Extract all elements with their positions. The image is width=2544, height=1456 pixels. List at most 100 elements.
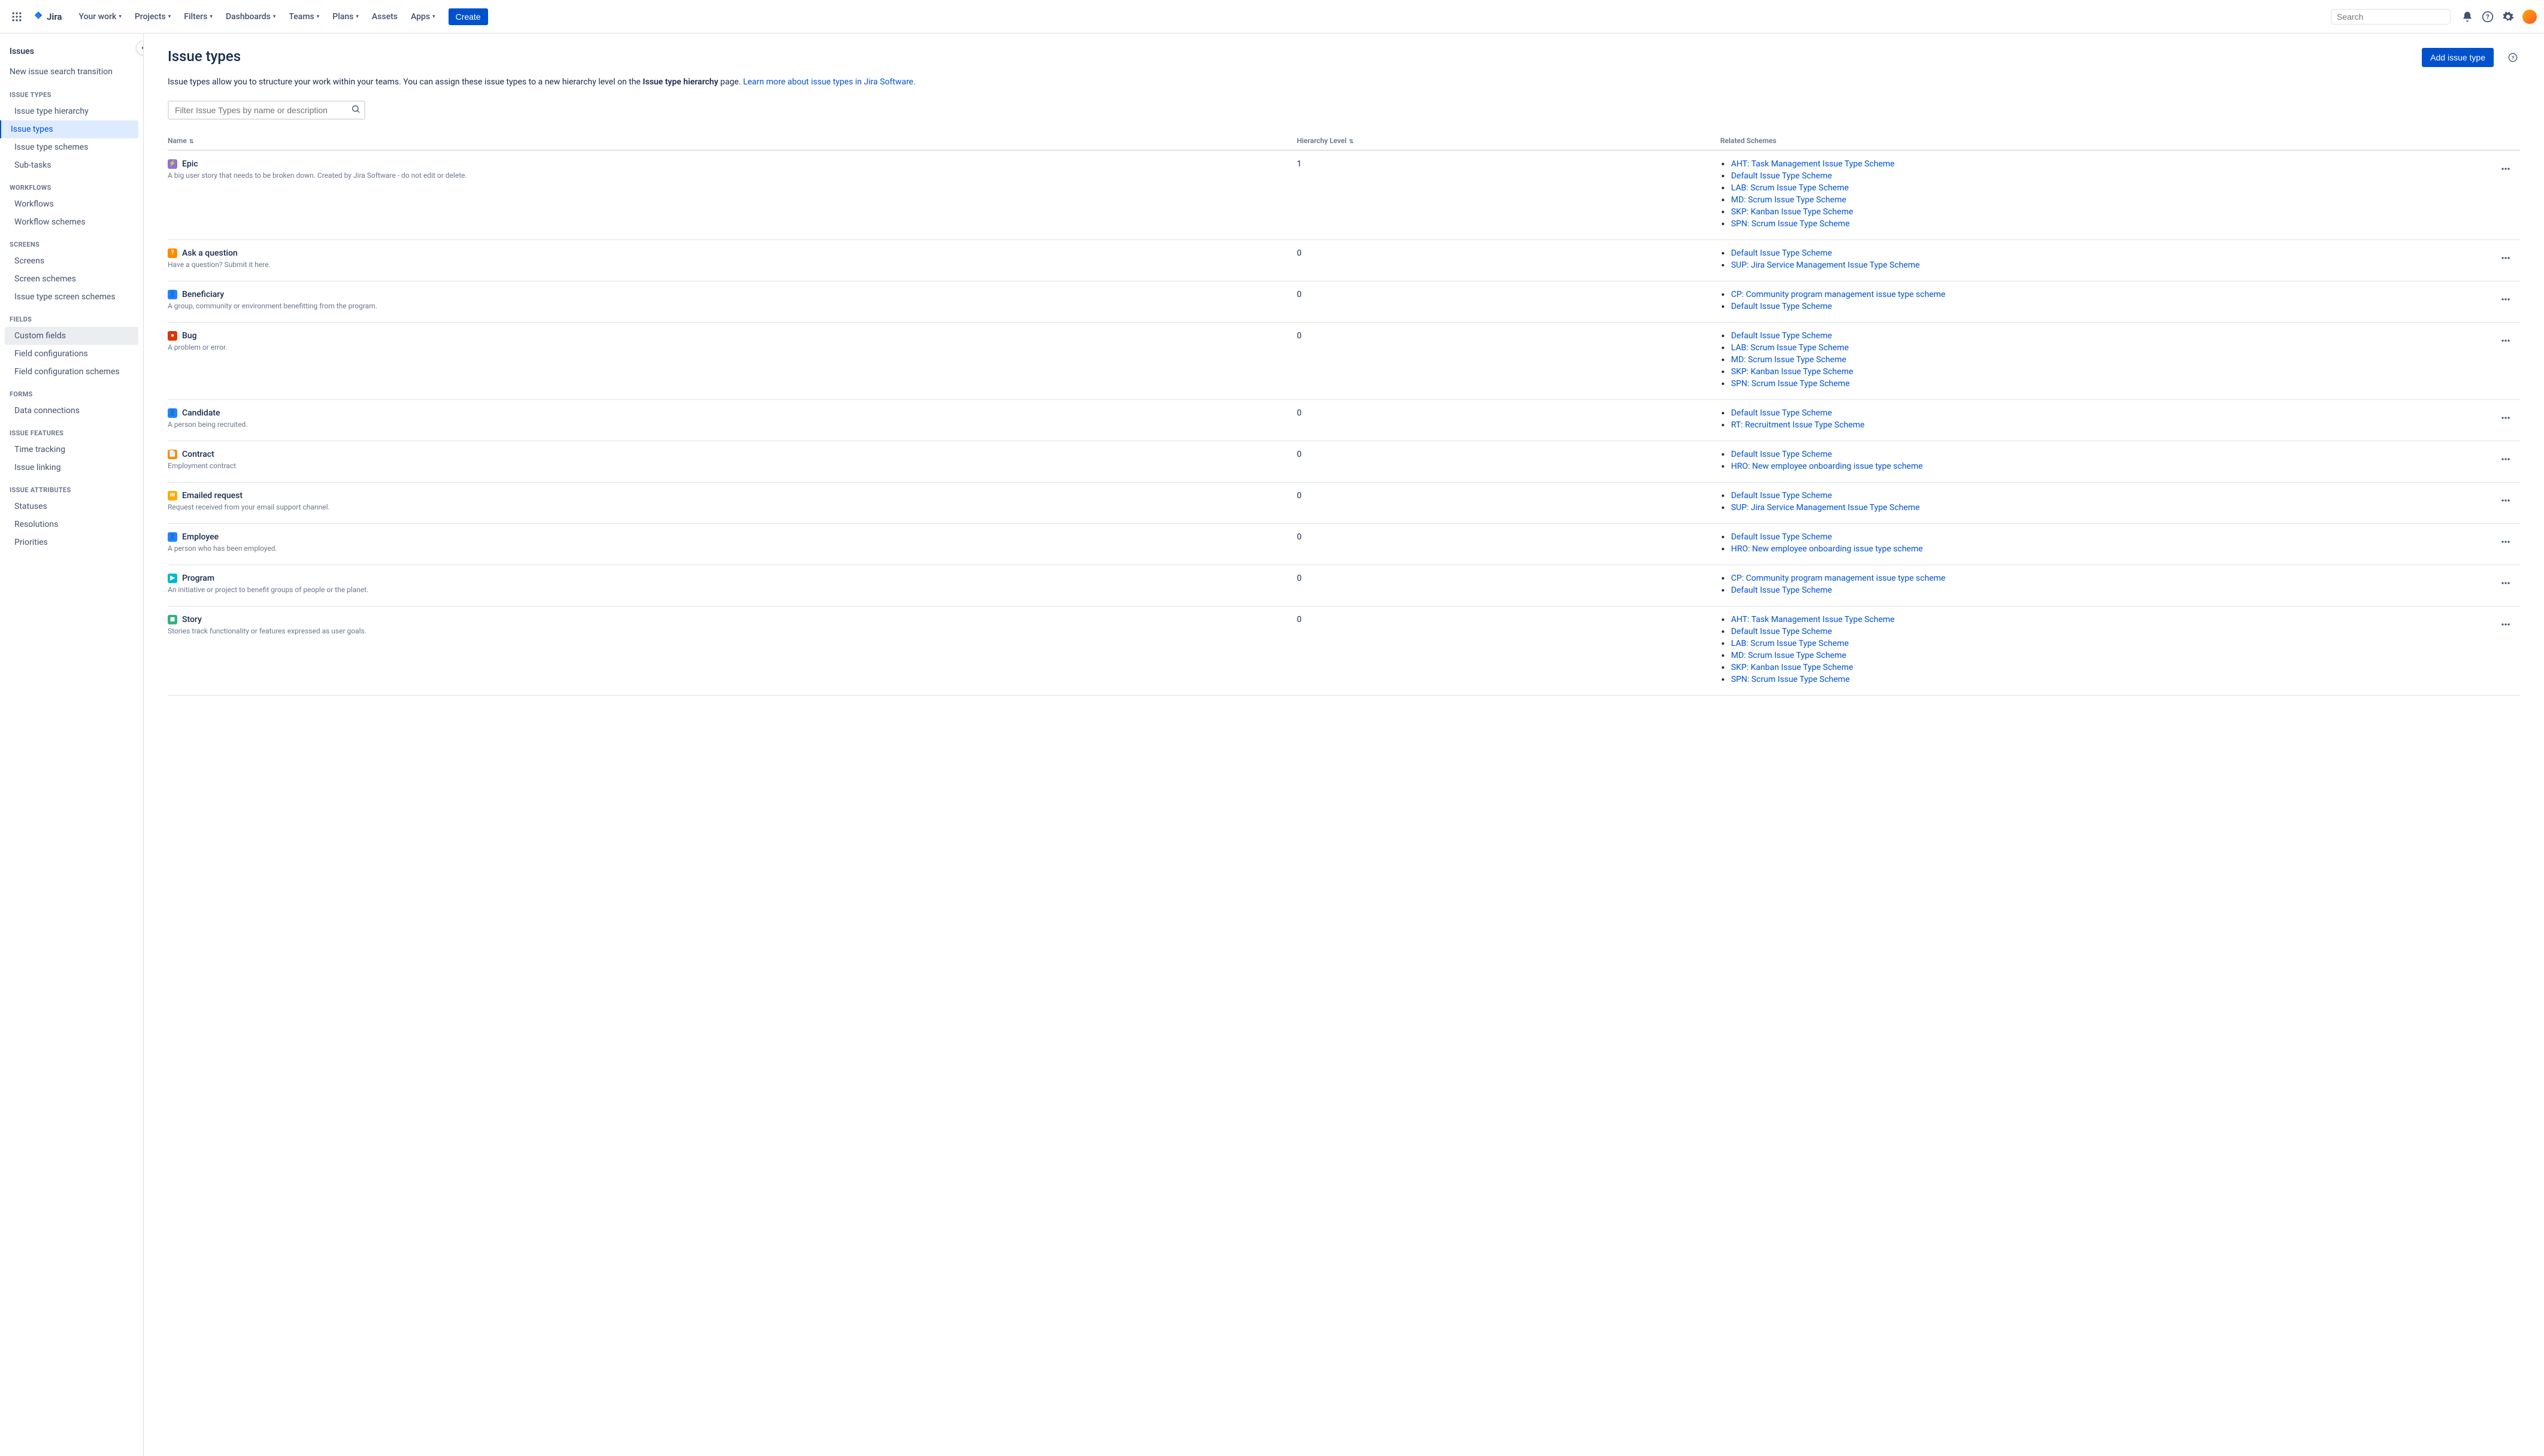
more-actions-button[interactable] <box>2496 450 2515 469</box>
issue-type-icon: ▶ <box>168 574 177 583</box>
scheme-link[interactable]: SPN: Scrum Issue Type Scheme <box>1731 219 1849 229</box>
issue-type-name: Bug <box>182 331 197 341</box>
scheme-link[interactable]: AHT: Task Management Issue Type Scheme <box>1731 615 1894 624</box>
scheme-link[interactable]: Default Issue Type Scheme <box>1731 408 1832 418</box>
more-actions-button[interactable] <box>2496 331 2515 350</box>
scheme-link[interactable]: LAB: Scrum Issue Type Scheme <box>1731 183 1849 193</box>
scheme-link[interactable]: SKP: Kanban Issue Type Scheme <box>1731 663 1853 672</box>
table-row: ◼StoryStories track functionality or fea… <box>168 606 2520 695</box>
more-actions-button[interactable] <box>2496 532 2515 551</box>
global-search[interactable] <box>2331 9 2451 25</box>
scheme-link[interactable]: HRO: New employee onboarding issue type … <box>1731 544 1922 554</box>
col-name-header[interactable]: Name⇅ <box>168 132 1297 150</box>
scheme-link[interactable]: Default Issue Type Scheme <box>1731 532 1832 542</box>
scheme-link[interactable]: SPN: Scrum Issue Type Scheme <box>1731 379 1849 389</box>
sidebar-item-field-configurations[interactable]: Field configurations <box>5 345 138 363</box>
more-actions-button[interactable] <box>2496 248 2515 268</box>
sidebar-item-screen-schemes[interactable]: Screen schemes <box>5 270 138 288</box>
issue-type-icon: 👤 <box>168 290 177 299</box>
scheme-link[interactable]: Default Issue Type Scheme <box>1731 302 1832 311</box>
scheme-link[interactable]: Default Issue Type Scheme <box>1731 171 1832 181</box>
scheme-link[interactable]: SUP: Jira Service Management Issue Type … <box>1731 260 1919 270</box>
more-actions-button[interactable] <box>2496 290 2515 309</box>
hierarchy-level: 0 <box>1297 482 1720 523</box>
scheme-link[interactable]: HRO: New employee onboarding issue type … <box>1731 462 1922 471</box>
scheme-link[interactable]: Default Issue Type Scheme <box>1731 491 1832 500</box>
settings-icon[interactable] <box>2498 7 2518 26</box>
nav-item-dashboards[interactable]: Dashboards▾ <box>220 8 281 25</box>
nav-item-your-work[interactable]: Your work▾ <box>72 8 127 25</box>
svg-text:?: ? <box>2486 13 2489 21</box>
scheme-link[interactable]: SUP: Jira Service Management Issue Type … <box>1731 503 1919 512</box>
sidebar-item-custom-fields[interactable]: Custom fields <box>5 327 138 345</box>
intro-before: Issue types allow you to structure your … <box>168 77 643 87</box>
top-nav: Jira Your work▾Projects▾Filters▾Dashboar… <box>0 0 2544 34</box>
nav-item-plans[interactable]: Plans▾ <box>326 8 365 25</box>
scheme-link[interactable]: SKP: Kanban Issue Type Scheme <box>1731 207 1853 217</box>
scheme-link[interactable]: Default Issue Type Scheme <box>1731 248 1832 258</box>
sidebar-item-issue-linking[interactable]: Issue linking <box>5 459 138 477</box>
filter-input[interactable] <box>175 105 351 115</box>
issue-type-icon: ⚡ <box>168 159 177 169</box>
sidebar-heading: Workflows <box>0 174 143 195</box>
scheme-link[interactable]: AHT: Task Management Issue Type Scheme <box>1731 159 1894 169</box>
create-button[interactable]: Create <box>449 8 488 25</box>
nav-item-assets[interactable]: Assets <box>366 8 404 25</box>
sidebar-item-statuses[interactable]: Statuses <box>5 498 138 515</box>
hierarchy-level: 0 <box>1297 281 1720 322</box>
scheme-link[interactable]: Default Issue Type Scheme <box>1731 586 1832 595</box>
sidebar-item-issue-type-schemes[interactable]: Issue type schemes <box>5 138 138 156</box>
scheme-link[interactable]: CP: Community program management issue t… <box>1731 574 1945 583</box>
scheme-link[interactable]: SPN: Scrum Issue Type Scheme <box>1731 675 1849 684</box>
sidebar-item-sub-tasks[interactable]: Sub-tasks <box>5 156 138 174</box>
more-actions-button[interactable] <box>2496 159 2515 178</box>
more-actions-button[interactable] <box>2496 574 2515 593</box>
col-hierarchy-header[interactable]: Hierarchy Level⇅ <box>1297 132 1720 150</box>
sidebar-item-field-configuration-schemes[interactable]: Field configuration schemes <box>5 363 138 381</box>
main-content: Issue types Add issue type ? Issue types… <box>144 34 2544 1456</box>
nav-item-filters[interactable]: Filters▾ <box>178 8 219 25</box>
scheme-link[interactable]: LAB: Scrum Issue Type Scheme <box>1731 343 1849 353</box>
scheme-link[interactable]: RT: Recruitment Issue Type Scheme <box>1731 420 1864 430</box>
app-switcher-icon[interactable] <box>7 7 26 26</box>
sidebar-item-time-tracking[interactable]: Time tracking <box>5 441 138 459</box>
nav-item-teams[interactable]: Teams▾ <box>283 8 325 25</box>
user-avatar[interactable] <box>2522 10 2537 24</box>
page-help-icon[interactable]: ? <box>2506 50 2520 65</box>
more-actions-button[interactable] <box>2496 491 2515 510</box>
sidebar-item-workflows[interactable]: Workflows <box>5 195 138 213</box>
filter-box[interactable] <box>168 101 365 120</box>
more-actions-button[interactable] <box>2496 615 2515 634</box>
scheme-link[interactable]: LAB: Scrum Issue Type Scheme <box>1731 639 1849 648</box>
sidebar-heading: Screens <box>0 231 143 252</box>
issue-type-icon: ◼ <box>168 615 177 624</box>
nav-items: Your work▾Projects▾Filters▾Dashboards▾Te… <box>72 8 441 25</box>
intro-learn-more-link[interactable]: Learn more about issue types in Jira Sof… <box>743 77 916 87</box>
notifications-icon[interactable] <box>2458 7 2477 26</box>
nav-item-projects[interactable]: Projects▾ <box>129 8 177 25</box>
sidebar-item-screens[interactable]: Screens <box>5 252 138 270</box>
scheme-link[interactable]: SKP: Kanban Issue Type Scheme <box>1731 367 1853 377</box>
jira-logo[interactable]: Jira <box>29 11 65 23</box>
more-actions-button[interactable] <box>2496 408 2515 427</box>
sidebar-item-resolutions[interactable]: Resolutions <box>5 515 138 533</box>
sidebar-item-issue-types[interactable]: Issue types <box>0 120 138 138</box>
sidebar-item-issue-type-screen-schemes[interactable]: Issue type screen schemes <box>5 288 138 306</box>
sidebar-item-issue-type-hierarchy[interactable]: Issue type hierarchy <box>5 102 138 120</box>
scheme-link[interactable]: MD: Scrum Issue Type Scheme <box>1731 195 1846 205</box>
scheme-link[interactable]: Default Issue Type Scheme <box>1731 450 1832 459</box>
search-input[interactable] <box>2337 12 2445 22</box>
scheme-link[interactable]: Default Issue Type Scheme <box>1731 627 1832 636</box>
sidebar-item-priorities[interactable]: Priorities <box>5 533 138 551</box>
scheme-link[interactable]: CP: Community program management issue t… <box>1731 290 1945 299</box>
sidebar-item-data-connections[interactable]: Data connections <box>5 402 138 420</box>
scheme-link[interactable]: MD: Scrum Issue Type Scheme <box>1731 355 1846 365</box>
sidebar-new-issue-search[interactable]: New issue search transition <box>0 62 143 81</box>
scheme-link[interactable]: Default Issue Type Scheme <box>1731 331 1832 341</box>
add-issue-type-button[interactable]: Add issue type <box>2422 48 2494 67</box>
scheme-link[interactable]: MD: Scrum Issue Type Scheme <box>1731 651 1846 660</box>
sidebar-item-workflow-schemes[interactable]: Workflow schemes <box>5 213 138 231</box>
chevron-down-icon: ▾ <box>317 14 320 20</box>
help-icon[interactable]: ? <box>2478 7 2497 26</box>
nav-item-apps[interactable]: Apps▾ <box>405 8 441 25</box>
